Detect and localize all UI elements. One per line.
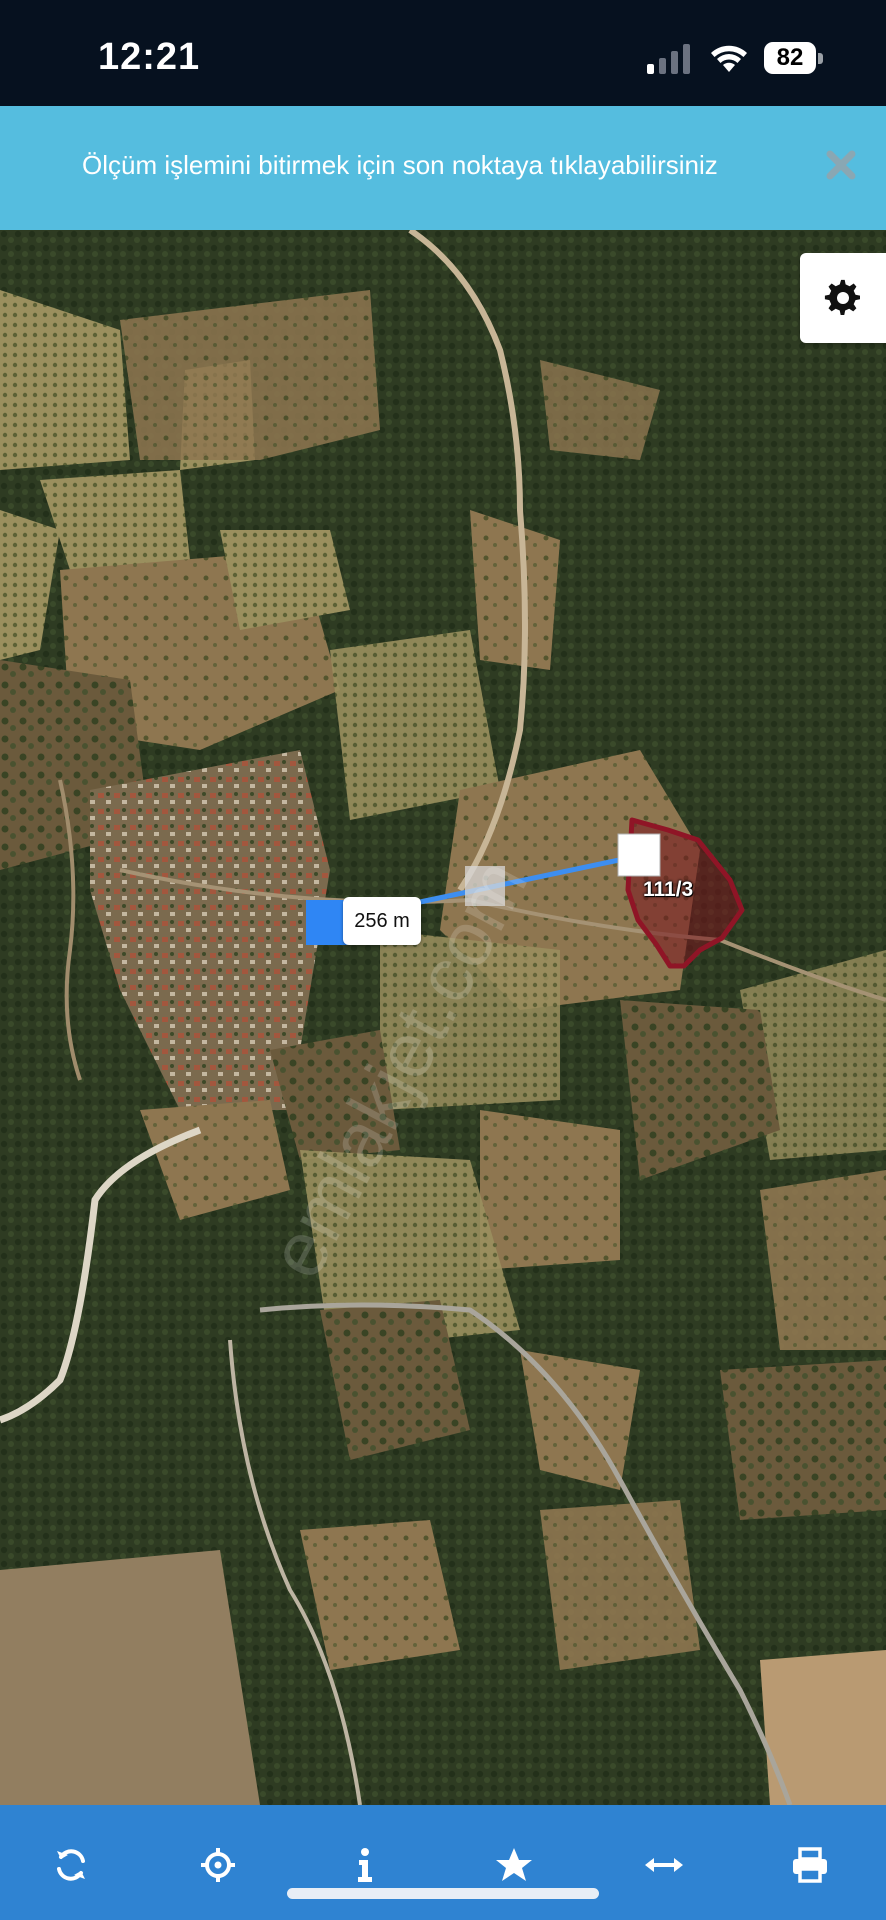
map-settings-button[interactable] [800,253,886,343]
refresh-button[interactable] [41,1835,101,1895]
refresh-icon [57,1849,85,1881]
measurement-banner: Ölçüm işlemini bitirmek için son noktaya… [0,106,886,230]
distance-label: 256 m [343,897,421,945]
locate-icon [201,1848,235,1882]
battery-level: 82 [764,42,816,74]
close-icon[interactable] [822,146,860,184]
battery-cap [818,53,823,64]
print-button[interactable] [779,1835,839,1895]
info-icon [358,1848,372,1882]
status-time: 12:21 [98,36,201,78]
measure-icon [645,1858,683,1872]
print-icon [793,1847,827,1883]
battery-indicator: 82 [764,42,824,76]
gear-icon [824,279,860,315]
star-icon [496,1848,532,1881]
satellite-map[interactable]: emlakjet.com [0,230,886,1805]
info-button[interactable] [335,1835,395,1895]
favorite-button[interactable] [483,1835,543,1895]
measure-button[interactable] [632,1835,692,1895]
status-bar: 12:21 82 [0,0,886,106]
parcel-label[interactable]: 111/3 [643,878,693,902]
home-indicator [287,1888,599,1899]
locate-button[interactable] [188,1835,248,1895]
cellular-signal-icon [647,44,690,74]
banner-message: Ölçüm işlemini bitirmek için son noktaya… [82,150,718,180]
bottom-toolbar [0,1805,886,1920]
wifi-icon [711,45,747,72]
